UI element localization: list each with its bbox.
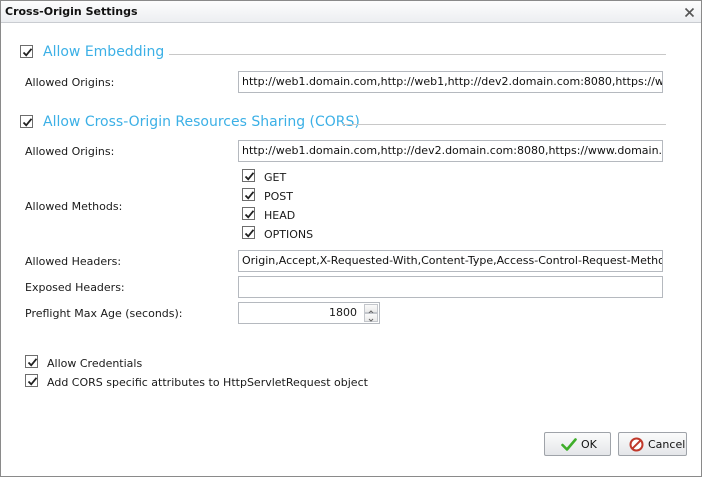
cors-allowed-origins-input[interactable]: http://web1.domain.com,http://dev2.domai…: [238, 140, 663, 162]
add-cors-attributes-label: Add CORS specific attributes to HttpServ…: [47, 376, 368, 389]
exposed-headers-input[interactable]: [238, 276, 663, 298]
checkmark-icon: [244, 191, 255, 200]
method-head-label: HEAD: [264, 209, 296, 222]
preflight-max-age-label: Preflight Max Age (seconds):: [25, 307, 183, 320]
spinner-up-button[interactable]: [364, 304, 378, 314]
method-post-label: POST: [264, 190, 293, 203]
checkmark-icon: [244, 210, 255, 219]
checkmark-icon: [27, 377, 38, 386]
exposed-headers-label: Exposed Headers:: [25, 281, 125, 294]
allow-embedding-checkbox[interactable]: [20, 45, 33, 58]
section-divider: [342, 124, 666, 125]
method-get-label: GET: [264, 171, 287, 184]
allowed-headers-label: Allowed Headers:: [25, 255, 122, 268]
checkmark-icon: [27, 358, 38, 367]
checkmark-icon: [561, 437, 577, 455]
preflight-max-age-stepper[interactable]: 1800: [238, 302, 380, 324]
embedding-allowed-origins-label: Allowed Origins:: [25, 76, 115, 89]
ok-button[interactable]: OK: [544, 432, 611, 456]
checkmark-icon: [22, 118, 33, 127]
section-divider: [169, 54, 666, 55]
checkmark-icon: [244, 172, 255, 181]
cors-allowed-origins-label: Allowed Origins:: [25, 145, 115, 158]
checkmark-icon: [244, 229, 255, 238]
cancel-button-label: Cancel: [648, 438, 686, 451]
method-head-checkbox[interactable]: [242, 207, 255, 220]
allow-credentials-label: Allow Credentials: [47, 357, 143, 370]
add-cors-attributes-checkbox[interactable]: [25, 374, 38, 387]
close-icon[interactable]: [684, 7, 695, 18]
cancel-button[interactable]: Cancel: [618, 432, 687, 456]
allow-cors-title: Allow Cross-Origin Resources Sharing (CO…: [43, 114, 360, 130]
cancel-icon: [629, 437, 644, 455]
spinner-down-button[interactable]: [364, 313, 378, 322]
allow-credentials-checkbox[interactable]: [25, 355, 38, 368]
method-options-label: OPTIONS: [264, 228, 314, 241]
embedding-allowed-origins-input[interactable]: http://web1.domain.com,http://web1,http:…: [238, 71, 663, 93]
allowed-methods-label: Allowed Methods:: [25, 200, 123, 213]
allow-cors-checkbox[interactable]: [20, 115, 33, 128]
ok-button-label: OK: [581, 438, 597, 451]
checkmark-icon: [22, 48, 33, 57]
cross-origin-settings-dialog: Cross-Origin Settings Allow Embedding Al…: [0, 0, 702, 477]
allow-embedding-title: Allow Embedding: [43, 44, 165, 60]
method-options-checkbox[interactable]: [242, 226, 255, 239]
chevron-down-icon: [368, 318, 374, 322]
preflight-max-age-value: 1800: [329, 306, 357, 319]
method-post-checkbox[interactable]: [242, 188, 255, 201]
method-get-checkbox[interactable]: [242, 169, 255, 182]
title-bar: Cross-Origin Settings: [1, 1, 701, 23]
dialog-title: Cross-Origin Settings: [5, 5, 138, 18]
allowed-headers-input[interactable]: Origin,Accept,X-Requested-With,Content-T…: [238, 250, 663, 272]
